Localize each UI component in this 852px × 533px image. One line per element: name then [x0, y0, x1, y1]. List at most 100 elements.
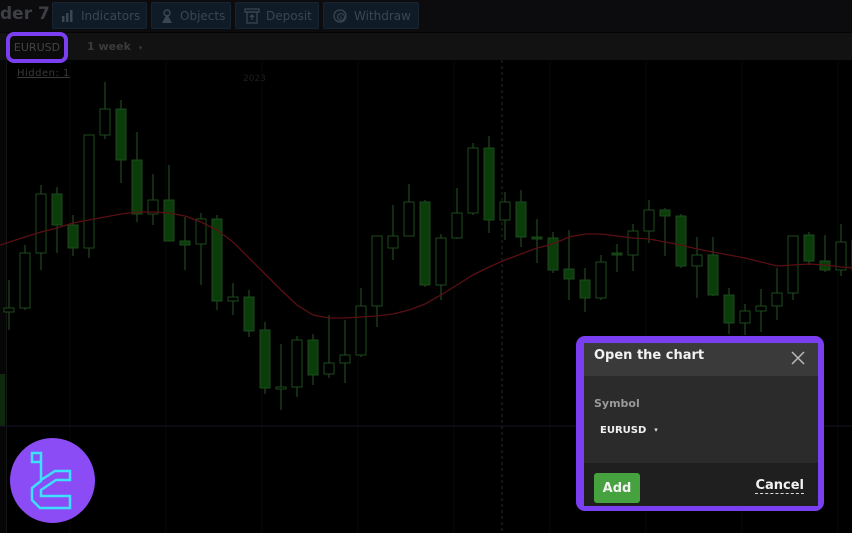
candle-body — [499, 201, 511, 221]
candle-body — [563, 268, 575, 280]
candle-body — [19, 252, 31, 309]
candle-body — [211, 218, 223, 302]
candle-bearish — [131, 132, 143, 222]
candle-bearish — [659, 208, 671, 256]
candle-bearish — [179, 217, 191, 270]
candle-bullish — [467, 143, 479, 215]
candle-body — [515, 201, 527, 238]
candle-body — [467, 147, 479, 214]
objects-label: Objects — [180, 8, 226, 23]
candle-bearish — [579, 268, 591, 312]
symbol-tab[interactable]: EURUSD — [6, 32, 68, 63]
candle-body — [771, 292, 783, 307]
candle-body — [419, 201, 431, 286]
candle-body — [323, 362, 335, 375]
candle-bearish — [259, 322, 271, 394]
add-button[interactable]: Add — [594, 473, 640, 503]
candle-body — [643, 209, 655, 232]
candle-bearish — [483, 136, 495, 233]
candle-body — [835, 241, 847, 271]
candle-bullish — [435, 234, 447, 300]
withdraw-icon: $ — [332, 8, 348, 24]
candle-bearish — [563, 230, 575, 300]
chevron-down-icon: ▾ — [654, 426, 658, 434]
candle-body — [291, 339, 303, 388]
symbol-tab-label: EURUSD — [13, 41, 61, 54]
hidden-objects-link[interactable]: Hidden: 1 — [17, 68, 70, 79]
candle-bullish — [787, 235, 799, 300]
indicators-label: Indicators — [81, 8, 141, 23]
indicators-button[interactable]: Indicators — [52, 2, 147, 29]
bar-chart-icon — [61, 8, 75, 24]
candle-bearish — [211, 215, 223, 310]
candle-body — [83, 134, 95, 249]
close-icon[interactable] — [790, 350, 806, 366]
candle-body — [483, 147, 495, 221]
open-chart-dialog: Open the chart Symbol EURUSD ▾ Add Cancel — [584, 343, 818, 506]
candle-bearish — [707, 237, 719, 296]
candle-bullish — [35, 185, 47, 270]
candle-body — [739, 310, 751, 324]
candle-body — [611, 252, 623, 256]
candle-body — [723, 294, 735, 324]
symbol-select[interactable]: EURUSD ▾ — [600, 425, 658, 436]
candle-bullish — [339, 320, 351, 383]
candle-body — [659, 209, 671, 217]
candle-bearish — [547, 232, 559, 273]
candle-body — [371, 235, 383, 307]
period-selector[interactable]: 1 week ▾ — [87, 40, 142, 53]
candle-bullish — [387, 205, 399, 260]
candle-bearish — [531, 219, 543, 263]
candle-body — [451, 212, 463, 239]
candle-body — [243, 296, 255, 332]
candle-bullish — [227, 283, 239, 315]
brand-logo — [10, 438, 95, 523]
candle-bullish — [323, 315, 335, 378]
candle-body — [579, 279, 591, 299]
candle-body — [403, 201, 415, 237]
chevron-down-icon: ▾ — [138, 44, 143, 52]
candle-body — [755, 305, 767, 312]
candle-body — [627, 230, 639, 256]
candle-bullish — [371, 235, 383, 327]
deposit-button[interactable]: Deposit — [235, 2, 319, 29]
candle-body — [163, 199, 175, 242]
candle-body — [35, 193, 47, 254]
candle-body — [67, 224, 79, 249]
candle-body — [115, 108, 127, 161]
candle-body — [675, 215, 687, 267]
candle-bullish — [771, 268, 783, 320]
objects-button[interactable]: Objects — [151, 2, 231, 29]
deposit-label: Deposit — [266, 8, 312, 23]
candle-body — [531, 236, 543, 240]
dialog-title: Open the chart — [594, 348, 705, 363]
app-title: der 7 — [0, 4, 50, 24]
candle-body — [3, 307, 15, 313]
candle-body — [803, 234, 815, 262]
withdraw-button[interactable]: $ Withdraw — [323, 2, 419, 29]
top-toolbar: der 7 Indicators Objects Deposit $ Withd… — [0, 0, 852, 33]
candle-body — [275, 386, 287, 390]
candle-body — [355, 305, 367, 356]
candle-bullish — [691, 237, 703, 298]
withdraw-label: Withdraw — [354, 8, 411, 23]
symbol-select-value: EURUSD — [600, 425, 647, 436]
candle-bearish — [803, 232, 815, 265]
candle-bullish — [403, 184, 415, 237]
candle-bearish — [307, 334, 319, 385]
candle-body — [179, 240, 191, 246]
candle-bearish — [419, 200, 431, 287]
candle-bullish — [147, 174, 159, 225]
dialog-header: Open the chart — [584, 343, 818, 376]
candle-body — [51, 193, 63, 226]
candle-bearish — [515, 190, 527, 247]
candle-body — [707, 254, 719, 296]
candle-body — [339, 354, 351, 364]
candle-bullish — [275, 344, 287, 410]
candle-bearish — [723, 288, 735, 334]
candle-body — [99, 108, 111, 136]
candle-body — [195, 218, 207, 245]
candle-bullish — [291, 336, 303, 397]
candle-bullish — [83, 134, 95, 258]
cancel-button[interactable]: Cancel — [755, 478, 804, 494]
